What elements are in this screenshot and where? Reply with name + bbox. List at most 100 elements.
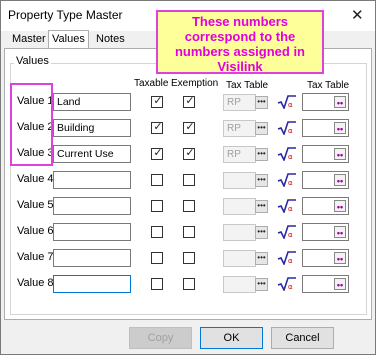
tax-table-button[interactable]: •• — [334, 252, 346, 264]
svg-text:α: α — [288, 179, 293, 187]
tax-table-button[interactable]: •• — [334, 226, 346, 238]
tab-notes[interactable]: Notes — [93, 31, 128, 48]
checkmark-icon: ✓ — [153, 95, 163, 107]
ellipsis-icon[interactable]: ••• — [255, 226, 268, 239]
tax-table-button[interactable]: •• — [334, 96, 346, 108]
taxable-checkbox[interactable] — [151, 226, 163, 238]
tax-table-code-field — [223, 276, 256, 293]
tax-table-code-field — [223, 224, 256, 241]
value-name-input[interactable]: Land — [53, 93, 131, 111]
value-name-input[interactable]: Current Use — [53, 145, 131, 163]
svg-text:α: α — [288, 101, 293, 109]
window-title: Property Type Master — [8, 8, 123, 22]
exemption-checkbox[interactable]: ✓ — [183, 147, 195, 160]
taxable-checkbox[interactable] — [151, 200, 163, 212]
taxable-header: Taxable — [134, 78, 169, 89]
taxable-checkbox[interactable] — [151, 174, 163, 186]
value-name-input[interactable] — [53, 197, 131, 215]
value-name-input[interactable] — [53, 275, 131, 293]
exemption-checkbox[interactable] — [183, 174, 195, 186]
exemption-checkbox[interactable]: ✓ — [183, 121, 195, 134]
svg-text:α: α — [288, 205, 293, 213]
ellipsis-icon[interactable]: ••• — [255, 200, 268, 213]
value-name-input[interactable] — [53, 171, 131, 189]
tax-table-code-field: RP — [223, 146, 256, 163]
sqrt-icon[interactable]: α — [277, 121, 297, 135]
exemption-header: Exemption — [171, 78, 219, 89]
exemption-checkbox[interactable] — [183, 200, 195, 212]
property-type-master-window: Property Type Master ✕ Master Values Not… — [0, 0, 376, 355]
exemption-checkbox[interactable] — [183, 278, 195, 290]
exemption-checkbox[interactable]: ✓ — [183, 95, 195, 108]
close-icon[interactable]: ✕ — [351, 6, 364, 24]
values-group-label: Values — [14, 55, 51, 67]
svg-text:α: α — [288, 127, 293, 135]
svg-text:α: α — [288, 231, 293, 239]
ellipsis-icon[interactable]: ••• — [255, 148, 268, 161]
value-name-input[interactable] — [53, 249, 131, 267]
tax-table-button[interactable]: •• — [334, 278, 346, 290]
checkmark-icon: ✓ — [153, 121, 163, 133]
sqrt-icon[interactable]: α — [277, 277, 297, 291]
value-name-input[interactable]: Building — [53, 119, 131, 137]
taxable-checkbox[interactable]: ✓ — [151, 121, 163, 134]
svg-text:α: α — [288, 153, 293, 161]
tax-table-select[interactable]: •• — [302, 275, 349, 293]
tax-table-button[interactable]: •• — [334, 174, 346, 186]
value-row-label: Value 7 — [17, 251, 54, 263]
tab-values[interactable]: Values — [48, 30, 89, 49]
value-labels-highlight — [10, 83, 53, 166]
tax-table-select[interactable]: •• — [302, 119, 349, 137]
taxable-checkbox[interactable]: ✓ — [151, 147, 163, 160]
tax-table-select[interactable]: •• — [302, 249, 349, 267]
value-name-input[interactable] — [53, 223, 131, 241]
tax-table-select[interactable]: •• — [302, 197, 349, 215]
tax-table-select[interactable]: •• — [302, 145, 349, 163]
annotation-callout: These numbers correspond to the numbers … — [156, 10, 324, 74]
tax-table-code-field — [223, 250, 256, 267]
tax-table-header-2: Tax Table — [307, 80, 350, 91]
exemption-checkbox[interactable] — [183, 252, 195, 264]
ellipsis-icon[interactable]: ••• — [255, 252, 268, 265]
copy-button[interactable]: Copy — [129, 327, 192, 349]
tax-table-code-field — [223, 198, 256, 215]
ellipsis-icon[interactable]: ••• — [255, 96, 268, 109]
sqrt-icon[interactable]: α — [277, 173, 297, 187]
tax-table-code-field: RP — [223, 120, 256, 137]
cancel-button[interactable]: Cancel — [271, 327, 334, 349]
exemption-checkbox[interactable] — [183, 226, 195, 238]
sqrt-icon[interactable]: α — [277, 225, 297, 239]
value-row-label: Value 8 — [17, 277, 54, 289]
sqrt-icon[interactable]: α — [277, 95, 297, 109]
svg-text:α: α — [288, 283, 293, 291]
tax-table-button[interactable]: •• — [334, 148, 346, 160]
value-row-label: Value 4 — [17, 173, 54, 185]
tax-table-header-1: Tax Table — [226, 80, 269, 91]
value-row-label: Value 5 — [17, 199, 54, 211]
taxable-checkbox[interactable]: ✓ — [151, 95, 163, 108]
tax-table-button[interactable]: •• — [334, 122, 346, 134]
checkmark-icon: ✓ — [185, 95, 195, 107]
sqrt-icon[interactable]: α — [277, 199, 297, 213]
tab-master[interactable]: Master — [9, 31, 49, 48]
tax-table-button[interactable]: •• — [334, 200, 346, 212]
tax-table-code-field — [223, 172, 256, 189]
sqrt-icon[interactable]: α — [277, 251, 297, 265]
value-row-label: Value 6 — [17, 225, 54, 237]
taxable-checkbox[interactable] — [151, 278, 163, 290]
ok-button[interactable]: OK — [200, 327, 263, 349]
ellipsis-icon[interactable]: ••• — [255, 122, 268, 135]
taxable-checkbox[interactable] — [151, 252, 163, 264]
ellipsis-icon[interactable]: ••• — [255, 278, 268, 291]
checkmark-icon: ✓ — [185, 121, 195, 133]
ellipsis-icon[interactable]: ••• — [255, 174, 268, 187]
values-tab-pane: Values Taxable Exemption Tax Table Tax T… — [4, 48, 372, 320]
checkmark-icon: ✓ — [185, 147, 195, 159]
tax-table-select[interactable]: •• — [302, 223, 349, 241]
sqrt-icon[interactable]: α — [277, 147, 297, 161]
svg-text:α: α — [288, 257, 293, 265]
tax-table-select[interactable]: •• — [302, 171, 349, 189]
tax-table-select[interactable]: •• — [302, 93, 349, 111]
tax-table-code-field: RP — [223, 94, 256, 111]
checkmark-icon: ✓ — [153, 147, 163, 159]
